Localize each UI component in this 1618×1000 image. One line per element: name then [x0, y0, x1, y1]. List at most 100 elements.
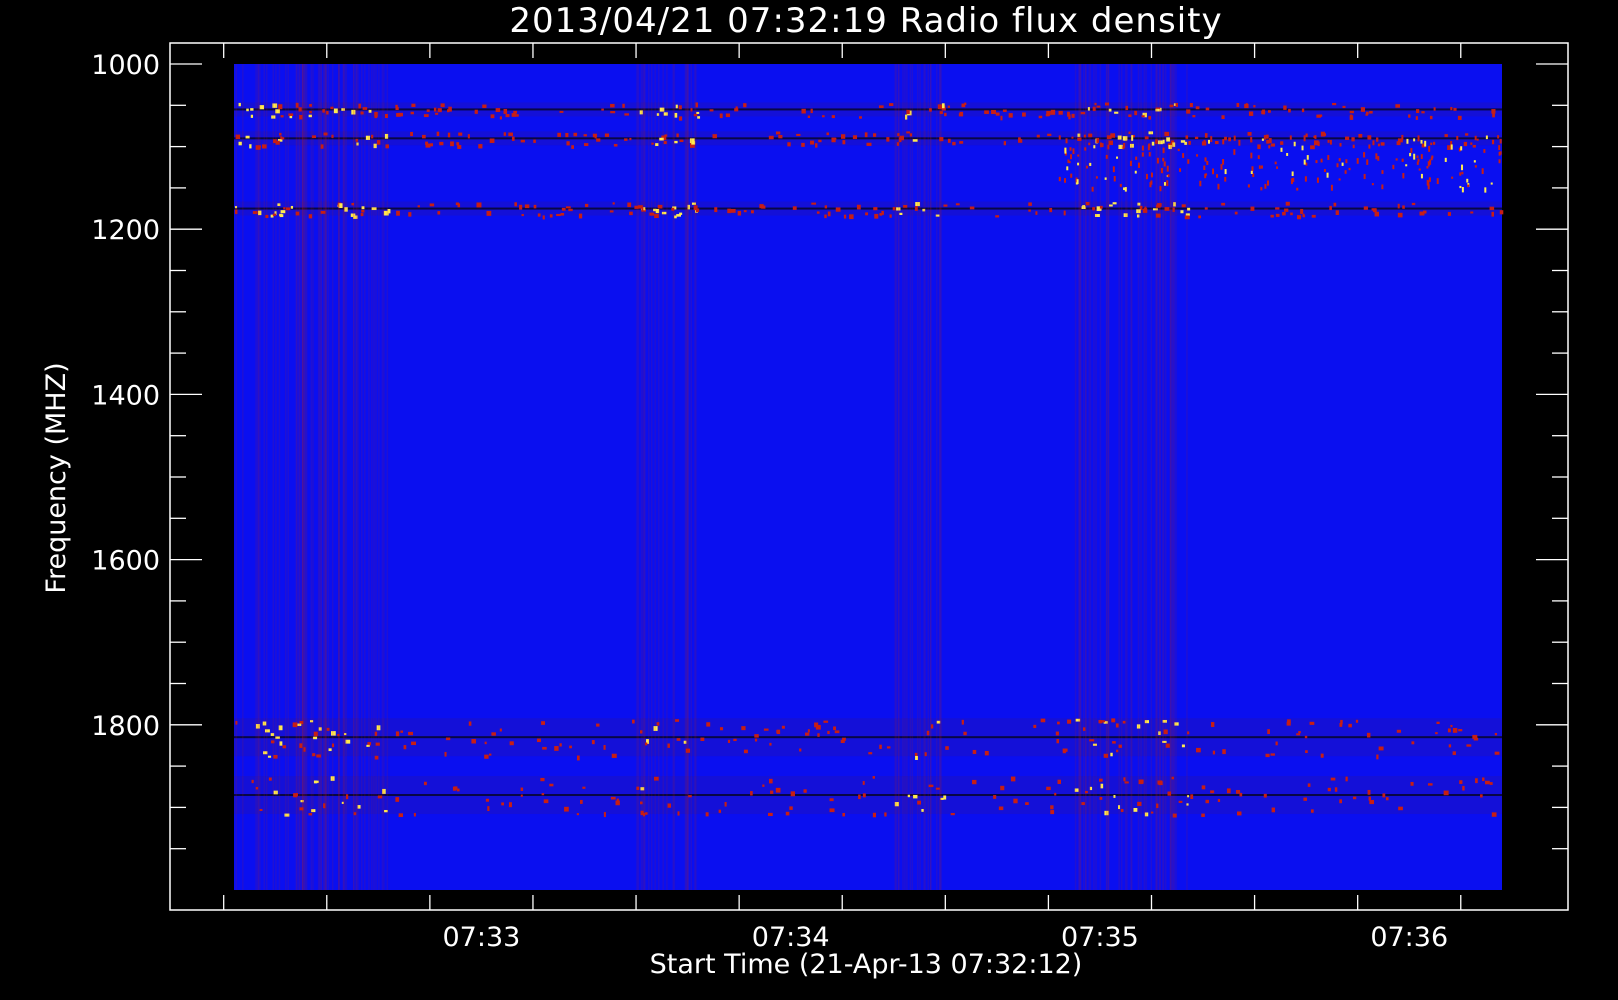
sparse-pixel	[1212, 168, 1215, 175]
burst-streak	[1120, 64, 1123, 890]
emission-pixel	[1050, 805, 1054, 810]
burst-streak	[295, 64, 298, 890]
emission-pixel	[873, 133, 877, 137]
emission-pixel	[1035, 211, 1038, 215]
emission-pixel	[843, 214, 847, 219]
burst-streak	[265, 64, 268, 890]
sparse-pixel	[1182, 153, 1185, 158]
sparse-pixel	[1204, 173, 1207, 179]
sparse-pixel	[1206, 160, 1209, 165]
sparse-pixel	[1450, 144, 1453, 150]
emission-pixel	[1115, 723, 1119, 728]
burst-streak	[272, 64, 275, 890]
burst-streak	[368, 64, 370, 890]
emission-pixel	[862, 793, 866, 798]
emission-pixel	[1323, 133, 1327, 137]
y-axis-label: Frequency (MHZ)	[41, 362, 72, 593]
sparse-pixel	[1413, 138, 1416, 142]
emission-pixel	[1212, 750, 1216, 755]
sparse-pixel	[1089, 162, 1092, 166]
emission-pixel	[1134, 110, 1138, 116]
emission-pixel	[1499, 210, 1504, 215]
burst-streak	[909, 64, 912, 890]
emission-pixel	[616, 798, 619, 803]
emission-pixel	[1395, 104, 1401, 108]
sparse-pixel	[1261, 165, 1264, 169]
sparse-pixel	[1162, 157, 1165, 162]
emission-pixel	[1113, 795, 1116, 798]
sparse-pixel	[1377, 156, 1380, 161]
burst-streak	[650, 64, 653, 890]
emission-pixel	[1028, 209, 1031, 212]
emission-pixel	[478, 144, 483, 149]
burst-streak	[894, 64, 896, 890]
emission-pixel	[1355, 719, 1359, 723]
emission-pixel	[1330, 777, 1336, 781]
sparse-pixel	[1368, 144, 1371, 149]
sparse-pixel	[1233, 149, 1236, 155]
emission-pixel	[1396, 141, 1401, 146]
burst-streak	[924, 64, 926, 890]
burst-streak	[930, 64, 932, 890]
emission-pixel	[675, 104, 678, 109]
emission-pixel	[959, 141, 964, 144]
emission-pixel	[396, 210, 400, 216]
sparse-pixel	[1474, 165, 1477, 168]
emission-pixel	[1333, 202, 1337, 207]
emission-pixel	[1265, 753, 1270, 758]
emission-pixel	[610, 796, 616, 800]
emission-pixel	[561, 207, 566, 211]
emission-pixel	[733, 738, 737, 742]
sparse-pixel	[1167, 174, 1170, 178]
emission-pixel	[1482, 777, 1485, 782]
emission-pixel	[1248, 111, 1254, 116]
emission-pixel	[509, 741, 514, 746]
emission-pixel	[955, 203, 960, 206]
emission-pixel	[540, 777, 545, 782]
sparse-pixel	[1467, 184, 1470, 188]
sparse-pixel	[1065, 138, 1068, 144]
sparse-pixel	[1291, 171, 1294, 177]
emission-pixel	[632, 719, 635, 724]
sparse-pixel	[1261, 138, 1264, 141]
emission-pixel	[1211, 722, 1215, 728]
sparse-pixel	[1123, 187, 1126, 191]
emission-pixel	[943, 795, 947, 800]
y-tick-label: 1800	[91, 711, 160, 742]
emission-pixel	[984, 750, 989, 756]
emission-pixel	[856, 204, 861, 210]
burst-streak	[383, 64, 385, 890]
sparse-pixel	[1163, 161, 1166, 167]
emission-pixel	[754, 734, 759, 738]
sparse-pixel	[1289, 135, 1292, 140]
sparse-pixel	[1135, 156, 1138, 160]
emission-pixel	[1309, 721, 1315, 725]
emission-pixel	[913, 794, 918, 799]
emission-pixel	[1382, 793, 1386, 798]
burst-streak	[1169, 64, 1172, 890]
emission-pixel	[858, 794, 861, 800]
emission-pixel	[991, 110, 997, 115]
emission-pixel	[714, 207, 718, 213]
emission-pixel	[491, 732, 496, 736]
emission-pixel	[1320, 753, 1324, 758]
emission-pixel	[1002, 109, 1007, 112]
emission-pixel	[696, 111, 700, 114]
burst-streak	[694, 64, 696, 890]
sparse-pixel	[1406, 138, 1409, 144]
emission-pixel	[1112, 202, 1117, 205]
sparse-pixel	[1250, 170, 1253, 175]
emission-pixel	[1416, 109, 1420, 114]
emission-pixel	[403, 745, 407, 750]
emission-pixel	[778, 134, 783, 139]
emission-pixel	[445, 737, 451, 741]
emission-pixel	[1290, 212, 1293, 216]
emission-pixel	[1275, 741, 1278, 746]
sparse-pixel	[1430, 142, 1433, 146]
emission-pixel	[1283, 105, 1287, 110]
burst-streak	[1105, 64, 1108, 890]
sparse-pixel	[1427, 184, 1430, 190]
emission-pixel	[1358, 133, 1363, 138]
sparse-pixel	[1306, 155, 1309, 160]
sparse-pixel	[1459, 185, 1462, 189]
